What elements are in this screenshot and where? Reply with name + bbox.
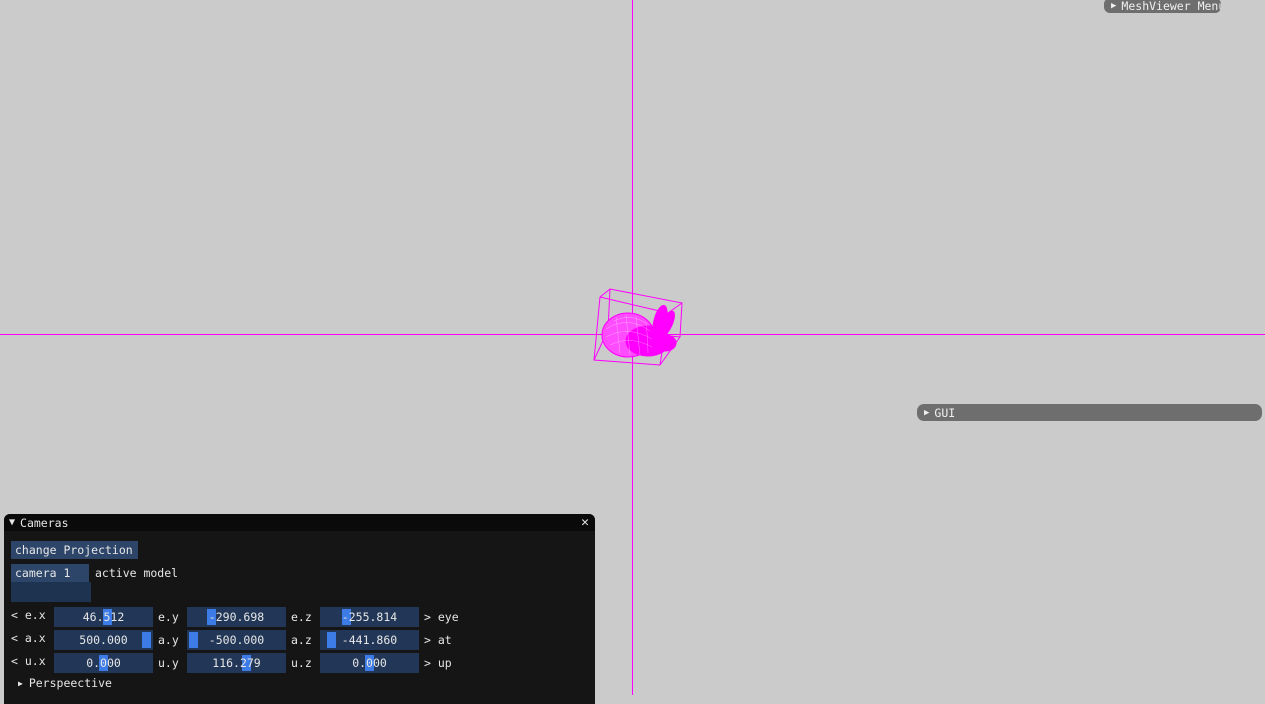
- triangle-right-icon[interactable]: ▶: [924, 408, 929, 418]
- close-icon[interactable]: ✕: [581, 515, 589, 530]
- up-x-slider[interactable]: 0.000: [54, 653, 153, 673]
- eye-right-label[interactable]: > eye: [424, 610, 459, 624]
- up-right-label[interactable]: > up: [424, 656, 452, 670]
- slider-grab[interactable]: [189, 632, 198, 648]
- up-y-slider[interactable]: 116.279: [187, 653, 286, 673]
- bunny-mesh-model[interactable]: [590, 285, 690, 367]
- at-left-label[interactable]: < a.x: [11, 631, 46, 645]
- perspective-tree-node[interactable]: ▶ Perspeective: [18, 676, 112, 690]
- triangle-down-icon[interactable]: ▼: [9, 517, 15, 528]
- triangle-right-icon[interactable]: ▶: [18, 679, 23, 688]
- up-z-label: u.z: [291, 656, 312, 670]
- eye-y-value: -290.698: [208, 610, 265, 624]
- gui-window-title[interactable]: GUI: [934, 406, 955, 420]
- gui-window[interactable]: ▶ GUI: [917, 404, 1262, 421]
- eye-z-value: -255.814: [341, 610, 398, 624]
- up-z-slider[interactable]: 0.000: [320, 653, 419, 673]
- change-projection-label: change Projection: [15, 543, 133, 557]
- at-z-slider[interactable]: -441.860: [320, 630, 419, 650]
- triangle-right-icon[interactable]: ▶: [1111, 1, 1116, 11]
- at-right-label[interactable]: > at: [424, 633, 452, 647]
- at-z-label: a.z: [291, 633, 312, 647]
- eye-y-slider[interactable]: -290.698: [187, 607, 286, 627]
- at-y-value: -500.000: [208, 633, 265, 647]
- up-x-value: 0.000: [86, 656, 121, 670]
- up-y-value: 116.279: [212, 656, 261, 670]
- up-left-label[interactable]: < u.x: [11, 654, 46, 668]
- cameras-title: Cameras: [20, 515, 69, 530]
- camera-select-value: camera 1: [15, 566, 71, 580]
- at-z-value: -441.860: [341, 633, 398, 647]
- up-y-label: u.y: [158, 656, 179, 670]
- cameras-titlebar[interactable]: ▼ Cameras ✕: [4, 514, 595, 531]
- eye-left-label[interactable]: < e.x: [11, 608, 46, 622]
- change-projection-button[interactable]: change Projection: [11, 541, 138, 559]
- at-x-slider[interactable]: 500.000: [54, 630, 153, 650]
- slider-grab[interactable]: [327, 632, 336, 648]
- camera-listbox[interactable]: [11, 582, 91, 602]
- eye-z-slider[interactable]: -255.814: [320, 607, 419, 627]
- eye-x-value: 46.512: [82, 610, 125, 624]
- camera-select[interactable]: camera 1: [11, 564, 89, 582]
- active-model-label: active model: [95, 566, 179, 580]
- at-y-slider[interactable]: -500.000: [187, 630, 286, 650]
- at-y-label: a.y: [158, 633, 179, 647]
- eye-z-label: e.z: [291, 610, 312, 624]
- eye-y-label: e.y: [158, 610, 179, 624]
- at-x-value: 500.000: [79, 633, 128, 647]
- meshviewer-menu-title[interactable]: MeshViewer Menu: [1121, 0, 1221, 13]
- slider-grab[interactable]: [142, 632, 151, 648]
- meshviewer-menu-window[interactable]: ▶ MeshViewer Menu: [1104, 0, 1221, 13]
- cameras-window: ▼ Cameras ✕ change Projection camera 1 a…: [4, 514, 595, 704]
- eye-x-slider[interactable]: 46.512: [54, 607, 153, 627]
- up-z-value: 0.000: [352, 656, 387, 670]
- perspective-label[interactable]: Perspeective: [29, 676, 112, 690]
